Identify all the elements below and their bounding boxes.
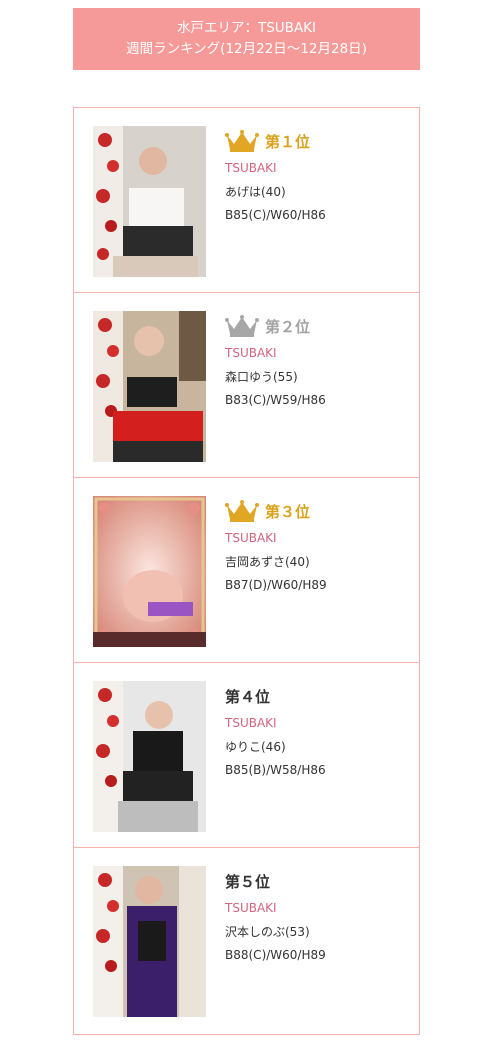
cast-measurements: B85(C)/W60/H86 bbox=[225, 208, 326, 222]
cast-name[interactable]: 吉岡あずさ(40) bbox=[225, 553, 405, 570]
rank-text: 第２位 bbox=[265, 317, 311, 336]
cast-measurements: B87(D)/W60/H89 bbox=[225, 578, 327, 592]
cast-measurements: B88(C)/W60/H89 bbox=[225, 948, 326, 962]
ranking-list: 第１位 TSUBAKI あげは(40) B85(C)/W60/H86 第２位 T… bbox=[73, 107, 420, 1035]
ranking-item-4[interactable]: 第４位 TSUBAKI ゆりこ(46) B85(B)/W58/H86 bbox=[74, 663, 419, 848]
rank-label: 第１位 bbox=[225, 128, 405, 154]
ranking-header: 水戸エリア：TSUBAKI 週間ランキング(12月22日〜12月28日) bbox=[73, 8, 420, 70]
ranking-item-2[interactable]: 第２位 TSUBAKI 森口ゆう(55) B83(C)/W59/H86 bbox=[74, 293, 419, 478]
profile-info: 第２位 TSUBAKI 森口ゆう(55) B83(C)/W59/H86 bbox=[225, 313, 405, 407]
profile-photo[interactable] bbox=[93, 496, 206, 647]
rank-text: 第４位 bbox=[225, 687, 271, 706]
rank-label: 第３位 bbox=[225, 498, 405, 524]
ranking-item-3[interactable]: 第３位 TSUBAKI 吉岡あずさ(40) B87(D)/W60/H89 bbox=[74, 478, 419, 663]
rank-text: 第１位 bbox=[265, 132, 311, 151]
shop-name: TSUBAKI bbox=[225, 161, 277, 175]
profile-info: 第５位 TSUBAKI 沢本しのぶ(53) B88(C)/W60/H89 bbox=[225, 868, 405, 963]
profile-info: 第１位 TSUBAKI あげは(40) B85(C)/W60/H86 bbox=[225, 128, 405, 222]
shop-name: TSUBAKI bbox=[225, 716, 277, 730]
rank-text: 第５位 bbox=[225, 872, 271, 891]
cast-name[interactable]: あげは(40) bbox=[225, 183, 405, 200]
cast-measurements: B85(B)/W58/H86 bbox=[225, 763, 326, 777]
profile-info: 第３位 TSUBAKI 吉岡あずさ(40) B87(D)/W60/H89 bbox=[225, 498, 405, 592]
silver-crown-icon bbox=[225, 314, 259, 338]
gold-crown-icon bbox=[225, 129, 259, 153]
rank-label: 第２位 bbox=[225, 313, 405, 339]
cast-name[interactable]: 森口ゆう(55) bbox=[225, 368, 405, 385]
ranking-item-5[interactable]: 第５位 TSUBAKI 沢本しのぶ(53) B88(C)/W60/H89 bbox=[74, 848, 419, 1033]
shop-name: TSUBAKI bbox=[225, 901, 277, 915]
profile-photo[interactable] bbox=[93, 311, 206, 462]
rank-text: 第３位 bbox=[265, 502, 311, 521]
profile-info: 第４位 TSUBAKI ゆりこ(46) B85(B)/W58/H86 bbox=[225, 683, 405, 778]
cast-measurements: B83(C)/W59/H86 bbox=[225, 393, 326, 407]
profile-photo[interactable] bbox=[93, 681, 206, 832]
profile-photo[interactable] bbox=[93, 126, 206, 277]
ranking-item-1[interactable]: 第１位 TSUBAKI あげは(40) B85(C)/W60/H86 bbox=[74, 108, 419, 293]
rank-label: 第５位 bbox=[225, 868, 405, 894]
bronze-crown-icon bbox=[225, 499, 259, 523]
shop-name: TSUBAKI bbox=[225, 531, 277, 545]
cast-name[interactable]: 沢本しのぶ(53) bbox=[225, 923, 405, 940]
cast-name[interactable]: ゆりこ(46) bbox=[225, 738, 405, 755]
ranking-period: 週間ランキング(12月22日〜12月28日) bbox=[126, 41, 367, 57]
shop-name: TSUBAKI bbox=[225, 346, 277, 360]
profile-photo[interactable] bbox=[93, 866, 206, 1017]
area-title: 水戸エリア：TSUBAKI bbox=[176, 20, 317, 36]
rank-label: 第４位 bbox=[225, 683, 405, 709]
